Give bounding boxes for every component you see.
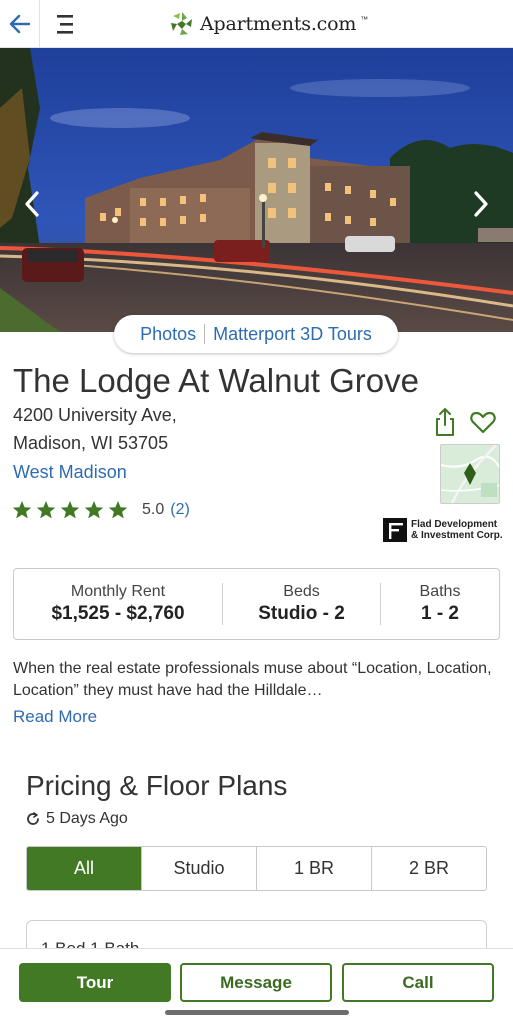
rent-summary-box: Monthly Rent $1,525 - $2,760 Beds Studio… (13, 568, 500, 640)
favorite-button[interactable] (469, 408, 497, 436)
review-count-link[interactable]: (2) (170, 501, 190, 519)
rating[interactable]: 5.0 (2) (12, 500, 190, 520)
flad-logo-icon (383, 518, 407, 542)
property-description: When the real estate professionals muse … (13, 660, 492, 699)
arrow-left-icon (9, 14, 30, 34)
map-thumbnail[interactable] (440, 444, 500, 504)
management-name-line-1: Flad Development (411, 519, 498, 530)
pricing-section-title: Pricing & Floor Plans (26, 770, 288, 801)
apartments-logo[interactable]: Apartments.com ™ (168, 10, 368, 38)
tab-1br[interactable]: 1 BR (256, 847, 371, 890)
share-button[interactable] (432, 406, 458, 438)
home-indicator[interactable] (165, 1010, 349, 1015)
monthly-rent-label: Monthly Rent (70, 583, 166, 600)
logo-text: Apartments.com (200, 13, 357, 35)
tour-button[interactable]: Tour (19, 963, 171, 1002)
last-updated-text: 5 Days Ago (46, 810, 128, 827)
beds-value: Studio - 2 (258, 603, 345, 624)
next-photo-button[interactable] (467, 190, 495, 218)
chevron-right-icon (474, 191, 488, 217)
monthly-rent-value: $1,525 - $2,760 (51, 603, 185, 624)
back-button[interactable] (0, 0, 40, 48)
message-button[interactable]: Message (180, 963, 332, 1002)
share-icon (436, 408, 454, 436)
logo-trademark: ™ (360, 14, 369, 24)
baths-value: 1 - 2 (420, 603, 460, 624)
last-updated: 5 Days Ago (26, 810, 128, 828)
matterport-tours-link[interactable]: Matterport 3D Tours (213, 324, 372, 345)
beds-label: Beds (283, 583, 320, 600)
tab-2br[interactable]: 2 BR (371, 847, 486, 890)
map-icon (441, 445, 499, 503)
call-button[interactable]: Call (342, 963, 494, 1002)
tab-all[interactable]: All (27, 847, 141, 890)
tab-studio[interactable]: Studio (141, 847, 256, 890)
menu-button[interactable] (48, 0, 84, 48)
hero-photo-carousel[interactable] (0, 48, 513, 332)
management-name-line-2: & Investment Corp. (411, 530, 503, 541)
monthly-rent-cell: Monthly Rent $1,525 - $2,760 (14, 569, 222, 639)
previous-photo-button[interactable] (18, 190, 46, 218)
read-more-link[interactable]: Read More (13, 707, 97, 727)
baths-cell: Baths 1 - 2 (381, 569, 499, 639)
top-nav-bar: Apartments.com ™ (0, 0, 513, 48)
baths-label: Baths (419, 583, 461, 600)
divider (204, 324, 206, 344)
rating-score: 5.0 (142, 501, 165, 518)
apartment-building-photo (0, 48, 513, 332)
floor-plan-tabs: All Studio 1 BR 2 BR (26, 846, 487, 891)
star-rating-icons (12, 501, 128, 519)
refresh-icon (27, 812, 39, 825)
media-links-pill: Photos Matterport 3D Tours (114, 315, 398, 353)
property-title: The Lodge At Walnut Grove (13, 362, 420, 399)
bottom-action-bar: Tour Message Call (0, 948, 513, 1024)
address-line-1: 4200 University Ave, (13, 405, 177, 425)
address-line-2: Madison, WI 53705 (13, 433, 169, 453)
neighborhood-link[interactable]: West Madison (13, 462, 127, 483)
chevron-left-icon (25, 191, 39, 217)
hamburger-menu-icon (57, 15, 73, 34)
apartments-logo-icon (169, 11, 195, 37)
management-company-logo: Flad Development & Investment Corp. (383, 518, 503, 542)
heart-icon (470, 411, 496, 434)
beds-cell: Beds Studio - 2 (223, 569, 380, 639)
photos-link[interactable]: Photos (140, 324, 196, 345)
